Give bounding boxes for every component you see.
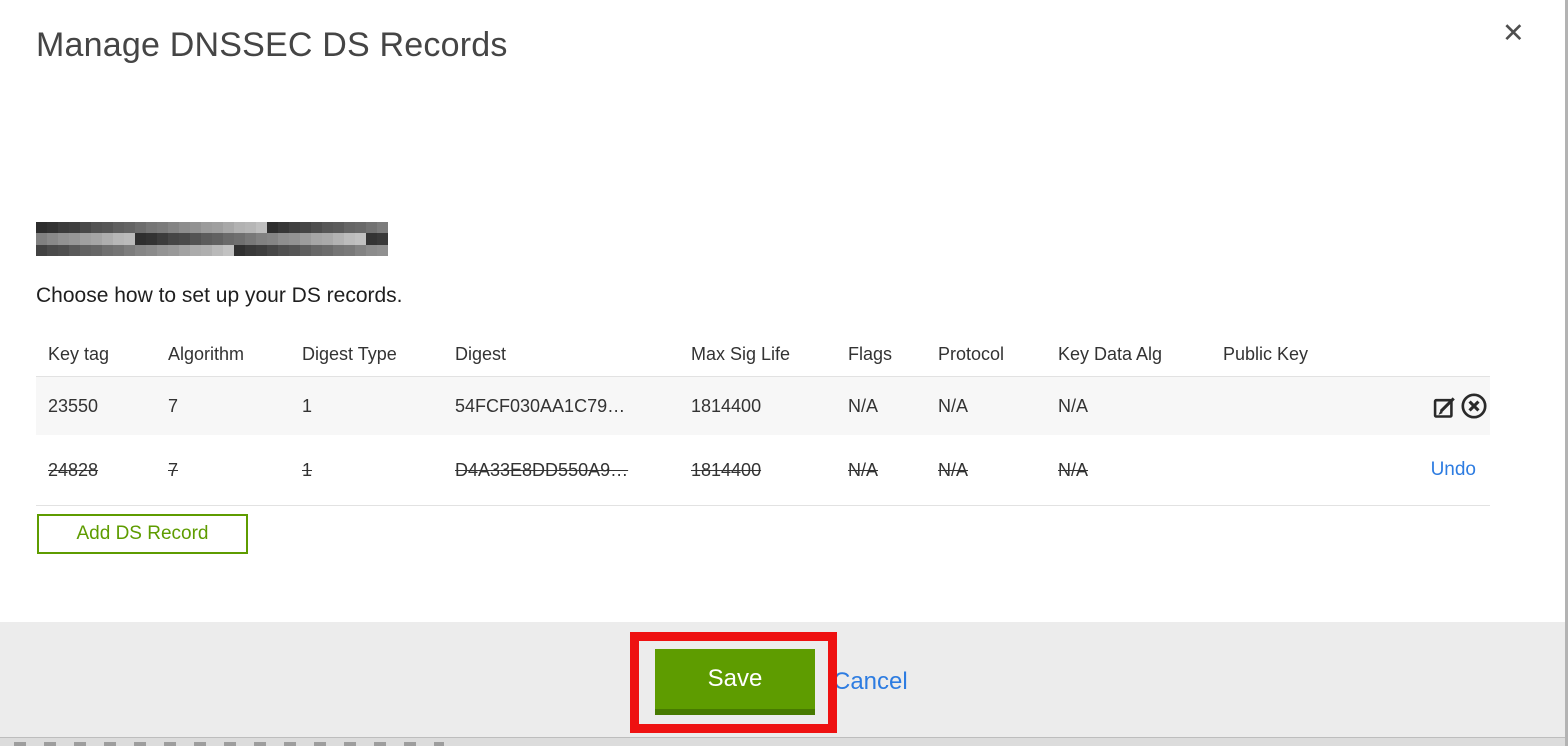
save-button[interactable]: Save (655, 649, 815, 715)
table-row: 23550 7 1 54FCF030AA1C79… 1814400 N/A N/… (36, 376, 1490, 435)
cell-key-data-alg: N/A (1058, 459, 1089, 480)
col-header-public-key: Public Key (1223, 343, 1309, 364)
row-actions: Undo (1401, 459, 1490, 481)
page-title: Manage DNSSEC DS Records (36, 26, 508, 64)
col-header-flags: Flags (848, 343, 893, 364)
cell-key-data-alg: N/A (1058, 395, 1089, 416)
cell-protocol: N/A (938, 395, 969, 416)
redacted-domain (36, 222, 388, 256)
row-actions (1401, 392, 1490, 420)
close-icon[interactable]: ✕ (1502, 20, 1525, 47)
col-header-protocol: Protocol (938, 343, 1005, 364)
cell-digest: D4A33E8DD550A9… (455, 459, 629, 480)
cell-flags: N/A (848, 395, 879, 416)
cell-digest: 54FCF030AA1C79… (455, 395, 626, 416)
cell-algorithm: 7 (168, 395, 179, 416)
cell-flags: N/A (848, 459, 879, 480)
instruction-text: Choose how to set up your DS records. (36, 284, 403, 307)
cell-digest-type: 1 (302, 395, 313, 416)
col-header-max-sig-life: Max Sig Life (691, 343, 791, 364)
col-header-key-data-alg: Key Data Alg (1058, 343, 1163, 364)
cell-digest-type: 1 (302, 459, 313, 480)
delete-icon[interactable] (1460, 392, 1488, 420)
cell-key-tag: 24828 (48, 459, 99, 480)
cell-max-sig-life: 1814400 (691, 459, 762, 480)
edit-icon[interactable] (1431, 392, 1459, 420)
col-header-key-tag: Key tag (48, 343, 110, 364)
cell-max-sig-life: 1814400 (691, 395, 762, 416)
undo-link[interactable]: Undo (1431, 459, 1488, 481)
add-ds-record-button[interactable]: Add DS Record (37, 514, 248, 554)
cancel-link[interactable]: Cancel (833, 668, 908, 696)
table-header-row: Key tag Algorithm Digest Type Digest Max… (36, 332, 1490, 376)
cell-key-tag: 23550 (48, 395, 99, 416)
col-header-algorithm: Algorithm (168, 343, 245, 364)
obscured-page-text (14, 742, 444, 746)
col-header-digest-type: Digest Type (302, 343, 397, 364)
col-header-digest: Digest (455, 343, 507, 364)
ds-records-table: Key tag Algorithm Digest Type Digest Max… (36, 332, 1490, 506)
cell-protocol: N/A (938, 459, 969, 480)
table-row-deleted: 24828 7 1 D4A33E8DD550A9… 1814400 N/A N/… (36, 435, 1490, 506)
dnssec-modal: Manage DNSSEC DS Records ✕ Choose how to… (0, 0, 1568, 746)
cell-algorithm: 7 (168, 459, 179, 480)
